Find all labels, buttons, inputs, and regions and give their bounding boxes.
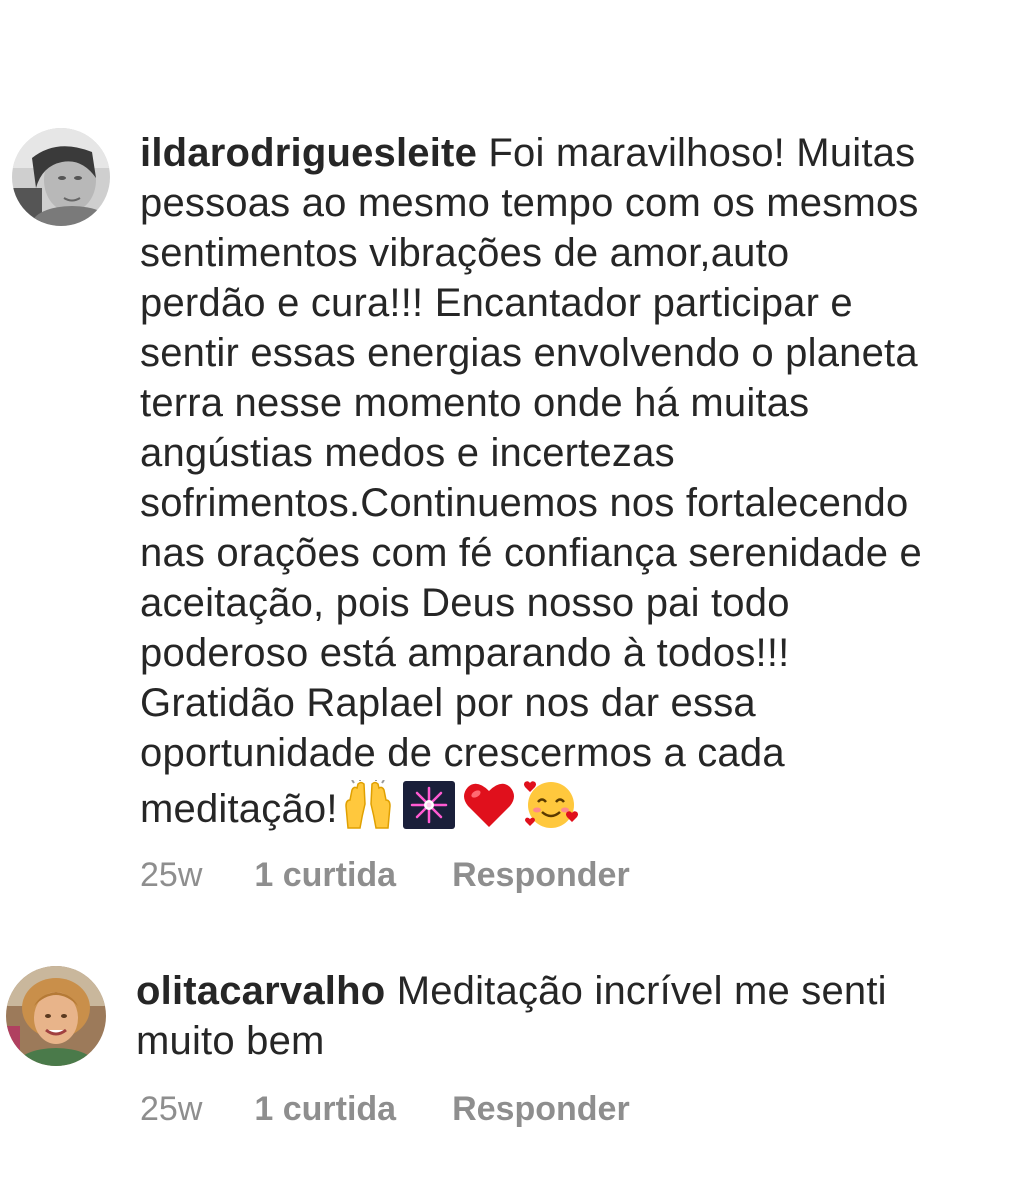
profile-photo <box>12 128 110 226</box>
comment-line: perdão e cura!!! Encantador participar e <box>140 281 853 325</box>
comment-line: sentimentos vibrações de amor,auto <box>140 231 790 275</box>
username-link[interactable]: ildarodriguesleite <box>140 131 477 175</box>
comment-line: muito bem <box>136 1019 325 1063</box>
emoji-group <box>340 778 580 832</box>
avatar[interactable] <box>6 966 106 1066</box>
comment-line: pessoas ao mesmo tempo com os mesmos <box>140 181 919 225</box>
comment-meta: 25w 1 curtida Responder <box>140 1090 630 1129</box>
comment-line: terra nesse momento onde há muitas <box>140 381 810 425</box>
fireworks-emoji <box>402 781 455 829</box>
comment-line: aceitação, pois Deus nosso pai todo <box>140 581 790 625</box>
timestamp: 25w <box>140 856 203 894</box>
reply-button[interactable]: Responder <box>452 856 630 895</box>
raising-hands-emoji <box>344 780 391 829</box>
comment-line: angústias medos e incertezas <box>140 431 675 475</box>
comment-line: meditação! <box>140 787 338 831</box>
comment-line: oportunidade de crescermos a cada <box>140 731 785 775</box>
comment-line: Foi maravilhoso! Muitas <box>488 131 916 175</box>
comment-body: ildarodriguesleite Foi maravilhoso! Muit… <box>140 128 1030 834</box>
reply-button[interactable]: Responder <box>452 1090 630 1129</box>
comment-line: sentir essas energias envolvendo o plane… <box>140 331 918 375</box>
profile-photo <box>6 966 106 1066</box>
likes-count-button[interactable]: 1 curtida <box>254 856 396 895</box>
likes-count-button[interactable]: 1 curtida <box>254 1090 396 1129</box>
smiling-face-with-hearts-emoji <box>523 781 578 828</box>
red-heart-emoji <box>463 783 514 827</box>
comment-line: nas orações com fé confiança serenidade … <box>140 531 923 575</box>
comment-line: Meditação incrível me senti <box>396 969 887 1013</box>
avatar[interactable] <box>12 128 110 226</box>
username-link[interactable]: olitacarvalho <box>136 969 385 1013</box>
timestamp: 25w <box>140 1090 203 1128</box>
comment-line: Gratidão Raplael por nos dar essa <box>140 681 756 725</box>
comment-line: poderoso está amparando à todos!!! <box>140 631 790 675</box>
comment-body: olitacarvalho Meditação incrível me sent… <box>136 966 1026 1066</box>
comment-line: sofrimentos.Continuemos nos fortalecendo <box>140 481 909 525</box>
comment-meta: 25w 1 curtida Responder <box>140 856 630 895</box>
